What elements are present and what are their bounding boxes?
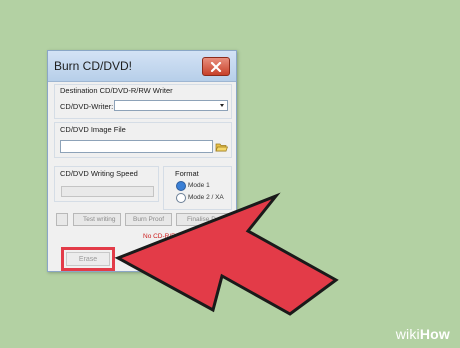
wikihow-watermark: wikiHow bbox=[396, 326, 450, 342]
watermark-prefix: wiki bbox=[395, 326, 420, 342]
watermark-suffix: How bbox=[419, 326, 450, 342]
pointer-arrow-icon bbox=[114, 192, 339, 316]
